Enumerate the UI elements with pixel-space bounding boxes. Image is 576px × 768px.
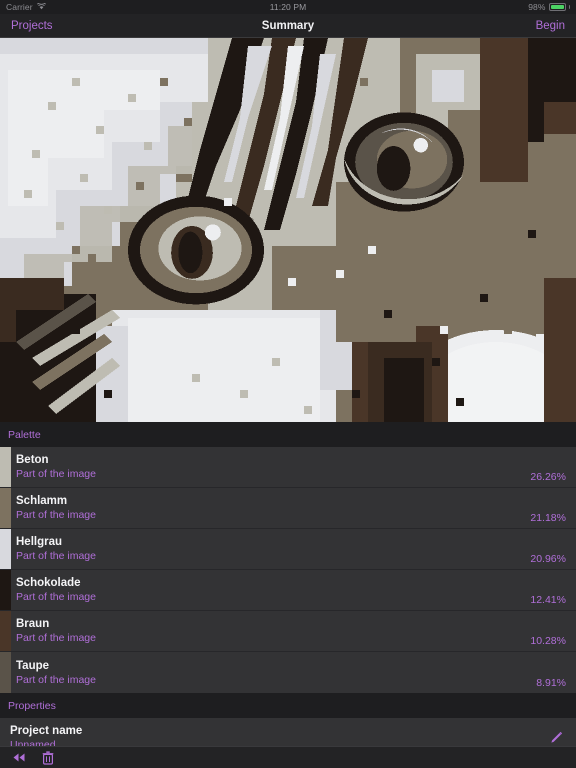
color-swatch [0,570,11,610]
palette-row-texts: Schokolade Part of the image [16,577,96,603]
palette-color-percent: 8.91% [536,677,566,689]
palette-color-subtitle: Part of the image [16,632,96,644]
palette-row[interactable]: Schlamm Part of the image 21.18% [0,488,576,529]
palette-color-name: Braun [16,618,50,630]
palette-row-texts: Hellgrau Part of the image [16,536,96,562]
palette-color-subtitle: Part of the image [16,673,96,686]
palette-row[interactable]: Schokolade Part of the image 12.41% [0,570,576,611]
palette-color-name: Schokolade [16,577,81,589]
navigation-bar: Projects Summary Begin [0,14,576,38]
palette-color-subtitle: Part of the image [16,509,96,521]
page-title: Summary [261,19,315,32]
palette-color-name: Hellgrau [16,536,63,548]
battery-percent-label: 98% [528,2,546,12]
rewind-icon[interactable] [12,752,26,763]
palette-row-texts: Beton Part of the image [16,454,96,480]
clock-label: 11:20 PM [269,2,307,12]
status-bar-left: Carrier [6,2,46,12]
color-swatch [0,488,11,528]
wifi-icon [36,2,46,12]
color-swatch [0,611,11,651]
palette-row-texts: Taupe Part of the image [16,660,96,686]
palette-color-name: Taupe [16,659,50,672]
palette-row-texts: Schlamm Part of the image [16,495,96,521]
color-swatch [0,652,11,693]
palette-section-header: Palette [0,422,576,447]
bottom-toolbar [0,746,576,768]
palette-color-percent: 20.96% [530,553,566,565]
palette-color-subtitle: Part of the image [16,468,96,480]
back-to-projects-button[interactable]: Projects [11,20,53,32]
palette-row[interactable]: Braun Part of the image 10.28% [0,611,576,652]
palette-color-subtitle: Part of the image [16,591,96,603]
palette-color-percent: 21.18% [530,512,566,524]
palette-color-percent: 10.28% [530,635,566,647]
palette-row[interactable]: Taupe Part of the image 8.91% [0,652,576,693]
project-name-label: Project name [10,725,83,737]
app-screen: Carrier 11:20 PM 98% Projects Summary Be… [0,0,576,768]
palette-row[interactable]: Beton Part of the image 26.26% [0,447,576,488]
color-swatch [0,447,11,487]
palette-list: Beton Part of the image 26.26% Schlamm P… [0,447,576,693]
preview-canvas [0,38,576,422]
palette-color-percent: 26.26% [530,471,566,483]
status-bar-right: 98% [528,2,570,12]
status-bar: Carrier 11:20 PM 98% [0,0,576,14]
battery-cap-icon [568,5,570,9]
begin-button[interactable]: Begin [536,20,565,32]
color-swatch [0,529,11,569]
palette-row-texts: Braun Part of the image [16,618,96,644]
palette-color-percent: 12.41% [530,594,566,606]
pixelated-cat-preview[interactable] [0,38,576,422]
trash-icon[interactable] [42,750,54,765]
palette-color-name: Schlamm [16,495,68,507]
carrier-label: Carrier [6,2,33,12]
battery-icon [548,3,566,11]
palette-color-name: Beton [16,454,49,466]
palette-row[interactable]: Hellgrau Part of the image 20.96% [0,529,576,570]
palette-color-subtitle: Part of the image [16,550,96,562]
properties-section-header: Properties [0,693,576,718]
